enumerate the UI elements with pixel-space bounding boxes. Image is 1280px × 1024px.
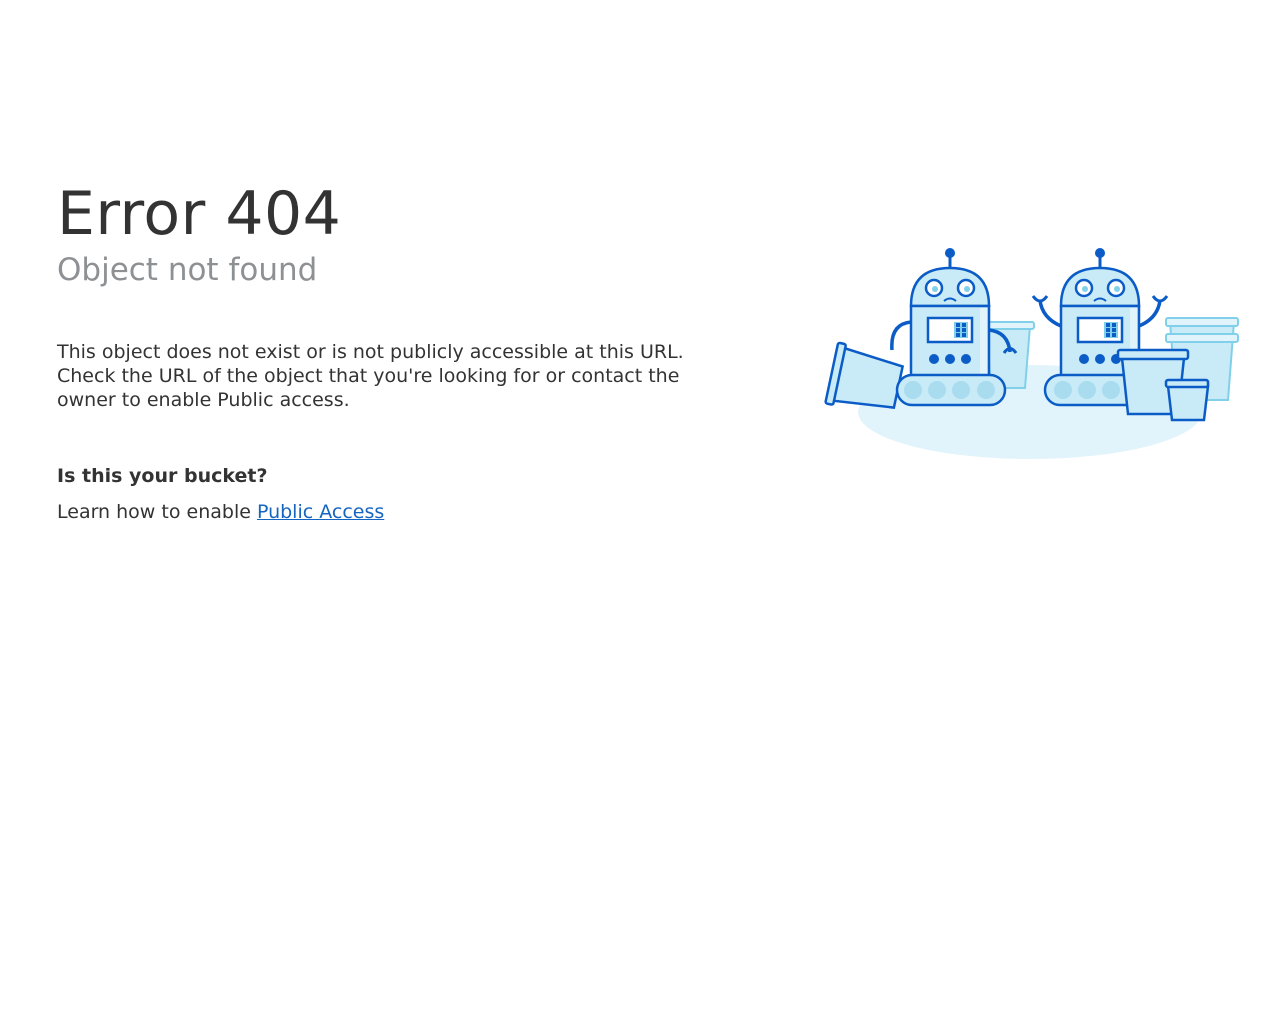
public-access-link[interactable]: Public Access — [257, 501, 384, 523]
bucket-question: Is this your bucket? — [57, 465, 268, 487]
error-subtitle: Object not found — [57, 252, 318, 288]
error-description: This object does not exist or is not pub… — [57, 340, 757, 412]
description-line: Check the URL of the object that you're … — [57, 365, 680, 387]
description-line: This object does not exist or is not pub… — [57, 341, 684, 363]
error-content: Error 404 Object not found This object d… — [57, 176, 757, 524]
error-title: Error 404 — [57, 179, 342, 249]
sad-robots-with-buckets-illustration — [824, 248, 1239, 459]
error-page: Error 404 Object not found This object d… — [0, 0, 1280, 1024]
description-line: owner to enable Public access. — [57, 389, 350, 411]
learn-prefix: Learn how to enable — [57, 501, 257, 523]
learn-line: Learn how to enable Public Access — [57, 500, 757, 524]
